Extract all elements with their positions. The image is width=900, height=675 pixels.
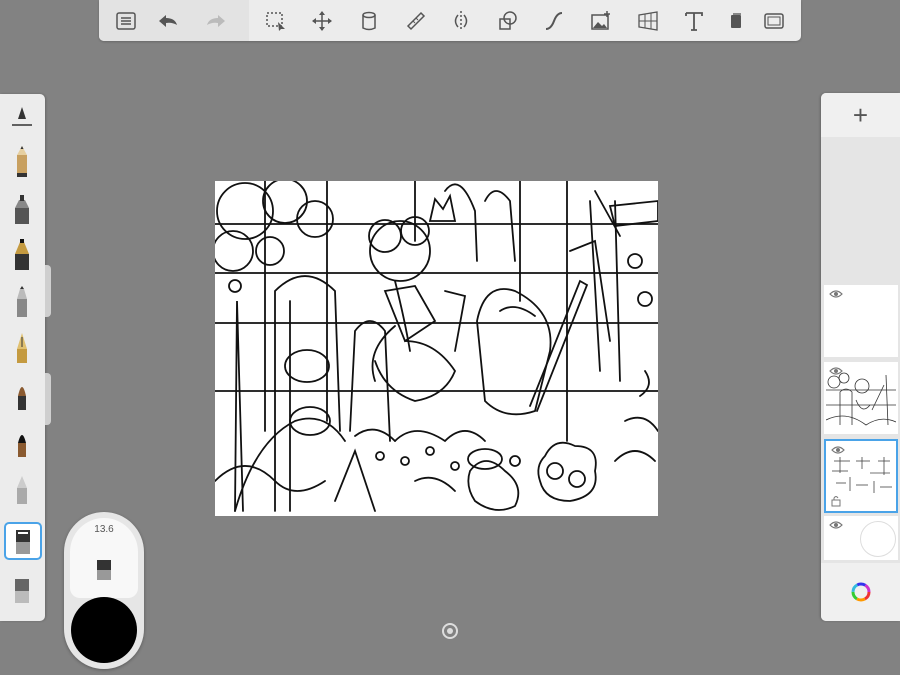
- add-layer-button[interactable]: +: [821, 93, 900, 137]
- ballpoint-icon[interactable]: [4, 237, 40, 273]
- perspective-icon[interactable]: [633, 6, 663, 36]
- layer-grid-lines[interactable]: [824, 439, 898, 513]
- paintbrush-icon[interactable]: [4, 377, 40, 413]
- palette-drag-handle[interactable]: [45, 373, 51, 425]
- undo-icon[interactable]: [153, 6, 183, 36]
- palette-drag-handle[interactable]: [45, 265, 51, 317]
- shapes-icon[interactable]: [493, 6, 523, 36]
- eraser-preview-icon: [97, 560, 111, 580]
- color-editor-button[interactable]: [821, 563, 900, 621]
- list-icon[interactable]: [111, 6, 141, 36]
- soft-eraser-icon[interactable]: [4, 572, 40, 608]
- eye-icon[interactable]: [829, 289, 843, 299]
- brush-size-slider-icon[interactable]: [4, 98, 40, 134]
- airbrush-icon[interactable]: [4, 191, 40, 227]
- layer-thumbnail: [826, 372, 896, 426]
- top-toolbar: [99, 0, 801, 41]
- canvas-rotation-icon[interactable]: [441, 622, 459, 640]
- fullscreen-icon[interactable]: [759, 6, 789, 36]
- fountain-pen-icon[interactable]: [4, 330, 40, 366]
- eye-icon[interactable]: [829, 520, 843, 530]
- brush-palette: [0, 94, 45, 621]
- transform-icon[interactable]: [307, 6, 337, 36]
- lock-icon[interactable]: [831, 495, 841, 507]
- layer-background[interactable]: [824, 516, 898, 560]
- symmetry-icon[interactable]: [446, 6, 476, 36]
- selection-icon[interactable]: [261, 6, 291, 36]
- pencil-icon[interactable]: [4, 144, 40, 180]
- brush-size-value: 13.6: [94, 524, 114, 535]
- plus-icon: +: [852, 100, 869, 130]
- fill-icon[interactable]: [354, 6, 384, 36]
- color-wheel-icon: [851, 582, 870, 602]
- smudge-icon[interactable]: [4, 471, 40, 507]
- layer-panel: +: [821, 93, 900, 621]
- eye-icon[interactable]: [831, 445, 845, 455]
- image-import-icon[interactable]: [586, 6, 616, 36]
- eraser-icon[interactable]: [4, 522, 42, 560]
- ruler-icon[interactable]: [401, 6, 431, 36]
- marker-icon[interactable]: [4, 284, 40, 320]
- sketch-artwork: [215, 181, 658, 512]
- layer-empty[interactable]: [824, 285, 898, 357]
- brush-puck[interactable]: [64, 512, 144, 669]
- redo-icon[interactable]: [201, 6, 231, 36]
- background-color-swatch[interactable]: [860, 521, 896, 557]
- layer-sketch[interactable]: [824, 362, 898, 434]
- layer-thumbnail: [832, 457, 892, 493]
- curve-icon[interactable]: [539, 6, 569, 36]
- flipbook-icon[interactable]: [721, 6, 751, 36]
- fine-brush-icon[interactable]: [4, 424, 40, 460]
- current-color-swatch[interactable]: [71, 597, 137, 663]
- drawing-canvas[interactable]: [215, 181, 658, 516]
- text-icon[interactable]: [679, 6, 709, 36]
